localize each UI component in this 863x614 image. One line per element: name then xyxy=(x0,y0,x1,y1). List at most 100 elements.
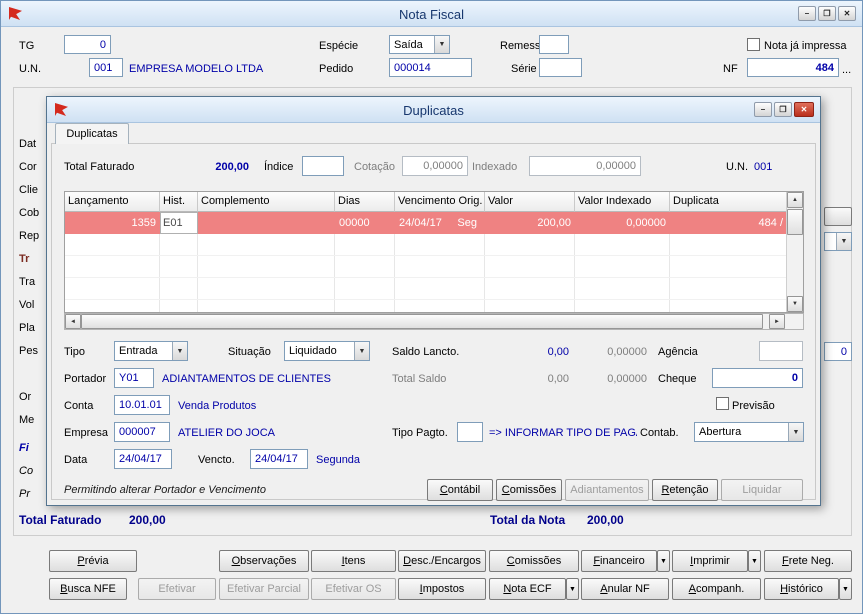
dlg-total-faturado-value: 200,00 xyxy=(187,161,249,174)
historico-button[interactable]: Histórico xyxy=(764,578,839,600)
chevron-down-icon[interactable]: ▼ xyxy=(172,342,187,360)
horizontal-scrollbar[interactable]: ◄ ► xyxy=(64,313,804,330)
historico-dropdown-icon[interactable]: ▼ xyxy=(839,578,852,600)
scroll-right-icon[interactable]: ► xyxy=(769,314,785,329)
maximize-icon[interactable]: ❐ xyxy=(774,102,792,117)
table-row-empty[interactable] xyxy=(65,256,787,278)
remessa-field[interactable] xyxy=(539,35,569,54)
observacoes-button[interactable]: Observações xyxy=(219,550,309,572)
table-row-empty[interactable] xyxy=(65,278,787,300)
cell-complemento xyxy=(198,212,335,234)
serie-field[interactable] xyxy=(539,58,582,77)
acompanh-button[interactable]: Acompanh. xyxy=(672,578,761,600)
total-faturado-value: 200,00 xyxy=(129,513,166,527)
conta-field[interactable]: 10.01.01 xyxy=(114,395,170,415)
close-icon[interactable]: ✕ xyxy=(794,102,814,117)
empresa-name: ATELIER DO JOCA xyxy=(178,427,275,440)
anular-nf-button[interactable]: Anular NF xyxy=(581,578,669,600)
chevron-down-icon[interactable]: ▼ xyxy=(434,36,449,53)
scroll-up-icon[interactable]: ▲ xyxy=(787,192,803,208)
chevron-down-icon[interactable]: ▼ xyxy=(354,342,369,360)
minimize-icon[interactable]: – xyxy=(798,6,816,21)
vencto-weekday: Segunda xyxy=(316,454,360,467)
nf-browse-button[interactable]: ... xyxy=(842,64,851,77)
vertical-scrollbar[interactable]: ▲ ▼ xyxy=(786,192,803,312)
clipped-label-transportadora: Tra xyxy=(19,276,46,288)
tipo-pagto-field[interactable] xyxy=(457,422,483,442)
adiantamentos-button: Adiantamentos xyxy=(565,479,649,501)
dlg-comissoes-button[interactable]: Comissões xyxy=(496,479,562,501)
clipped-label-co: Co xyxy=(19,465,46,477)
scroll-down-icon[interactable]: ▼ xyxy=(787,296,803,312)
clipped-label-me: Me xyxy=(19,414,46,426)
total-saldo-indexado: 0,00000 xyxy=(587,373,647,386)
itens-button[interactable]: Itens xyxy=(311,550,396,572)
busca-nfe-button[interactable]: Busca NFE xyxy=(49,578,127,600)
scroll-left-icon[interactable]: ◄ xyxy=(65,314,81,329)
nota-ja-impressa-checkbox[interactable] xyxy=(747,38,760,51)
clipped-label-placa: Pla xyxy=(19,322,46,334)
portador-name: ADIANTAMENTOS DE CLIENTES xyxy=(162,373,331,386)
table-row-empty[interactable] xyxy=(65,234,787,256)
maximize-icon[interactable]: ❐ xyxy=(818,6,836,21)
previa-button[interactable]: Prévia xyxy=(49,550,137,572)
partial-button-sliver[interactable] xyxy=(824,207,852,226)
tab-duplicatas[interactable]: Duplicatas xyxy=(55,123,129,144)
minimize-icon[interactable]: – xyxy=(754,102,772,117)
liquidar-button: Liquidar xyxy=(721,479,803,501)
partial-field-sliver[interactable]: 0 xyxy=(824,342,852,361)
data-field[interactable]: 24/04/17 xyxy=(114,449,172,469)
especie-select[interactable]: Saída ▼ xyxy=(389,35,450,54)
cheque-field[interactable]: 0 xyxy=(712,368,803,388)
empresa-field[interactable]: 000007 xyxy=(114,422,170,442)
scrollbar-thumb[interactable] xyxy=(81,314,763,329)
indice-label: Índice xyxy=(264,161,293,174)
cell-hist-editing[interactable]: E01 xyxy=(160,212,198,234)
scrollbar-thumb[interactable] xyxy=(787,209,803,235)
partial-combo-sliver[interactable]: ▼ xyxy=(824,232,852,251)
tg-field[interactable]: 0 xyxy=(64,35,111,54)
col-dias[interactable]: Dias xyxy=(335,192,395,212)
un-field[interactable]: 001 xyxy=(89,58,123,77)
clipped-label-cliente: Clie xyxy=(19,184,46,196)
nf-field[interactable]: 484 xyxy=(747,58,839,77)
clipped-label-pr: Pr xyxy=(19,488,46,500)
col-duplicata[interactable]: Duplicata xyxy=(670,192,787,212)
indice-field[interactable] xyxy=(302,156,344,176)
impostos-button[interactable]: Impostos xyxy=(398,578,486,600)
vencto-field[interactable]: 24/04/17 xyxy=(250,449,308,469)
comissoes-button[interactable]: Comissões xyxy=(489,550,579,572)
contab-select[interactable]: Abertura ▼ xyxy=(694,422,804,442)
pedido-field[interactable]: 000014 xyxy=(389,58,472,77)
col-vencimento-orig[interactable]: Vencimento Orig. xyxy=(395,192,485,212)
close-icon[interactable]: ✕ xyxy=(838,6,856,21)
col-valor[interactable]: Valor xyxy=(485,192,575,212)
table-row-empty[interactable] xyxy=(65,300,787,313)
col-valor-indexado[interactable]: Valor Indexado xyxy=(575,192,670,212)
indexado-label: Indexado xyxy=(472,161,517,174)
desc-encargos-button[interactable]: Desc./Encargos xyxy=(398,550,486,572)
situacao-select[interactable]: Liquidado ▼ xyxy=(284,341,370,361)
imprimir-button[interactable]: Imprimir xyxy=(672,550,748,572)
retencao-button[interactable]: Retenção xyxy=(652,479,718,501)
imprimir-dropdown-icon[interactable]: ▼ xyxy=(748,550,761,572)
agencia-field[interactable] xyxy=(759,341,803,361)
previsao-checkbox[interactable] xyxy=(716,397,729,410)
chevron-down-icon[interactable]: ▼ xyxy=(836,233,851,250)
un-label: U.N. xyxy=(19,63,41,76)
financeiro-dropdown-icon[interactable]: ▼ xyxy=(657,550,670,572)
total-saldo-value: 0,00 xyxy=(507,373,569,386)
frete-neg-button[interactable]: Frete Neg. xyxy=(764,550,852,572)
tipo-select[interactable]: Entrada ▼ xyxy=(114,341,188,361)
col-complemento[interactable]: Complemento xyxy=(198,192,335,212)
table-row-selected[interactable]: 1359 E01 00000 24/04/17 Seg 200,00 0,000… xyxy=(65,212,787,234)
contabil-button[interactable]: Contábil xyxy=(427,479,493,501)
nota-ecf-dropdown-icon[interactable]: ▼ xyxy=(566,578,579,600)
col-lancamento[interactable]: Lançamento xyxy=(65,192,160,212)
financeiro-button[interactable]: Financeiro xyxy=(581,550,657,572)
chevron-down-icon[interactable]: ▼ xyxy=(788,423,803,441)
portador-field[interactable]: Y01 xyxy=(114,368,154,388)
nota-ecf-button[interactable]: Nota ECF xyxy=(489,578,566,600)
col-hist[interactable]: Hist. xyxy=(160,192,198,212)
contab-label: Contab. xyxy=(640,427,679,440)
